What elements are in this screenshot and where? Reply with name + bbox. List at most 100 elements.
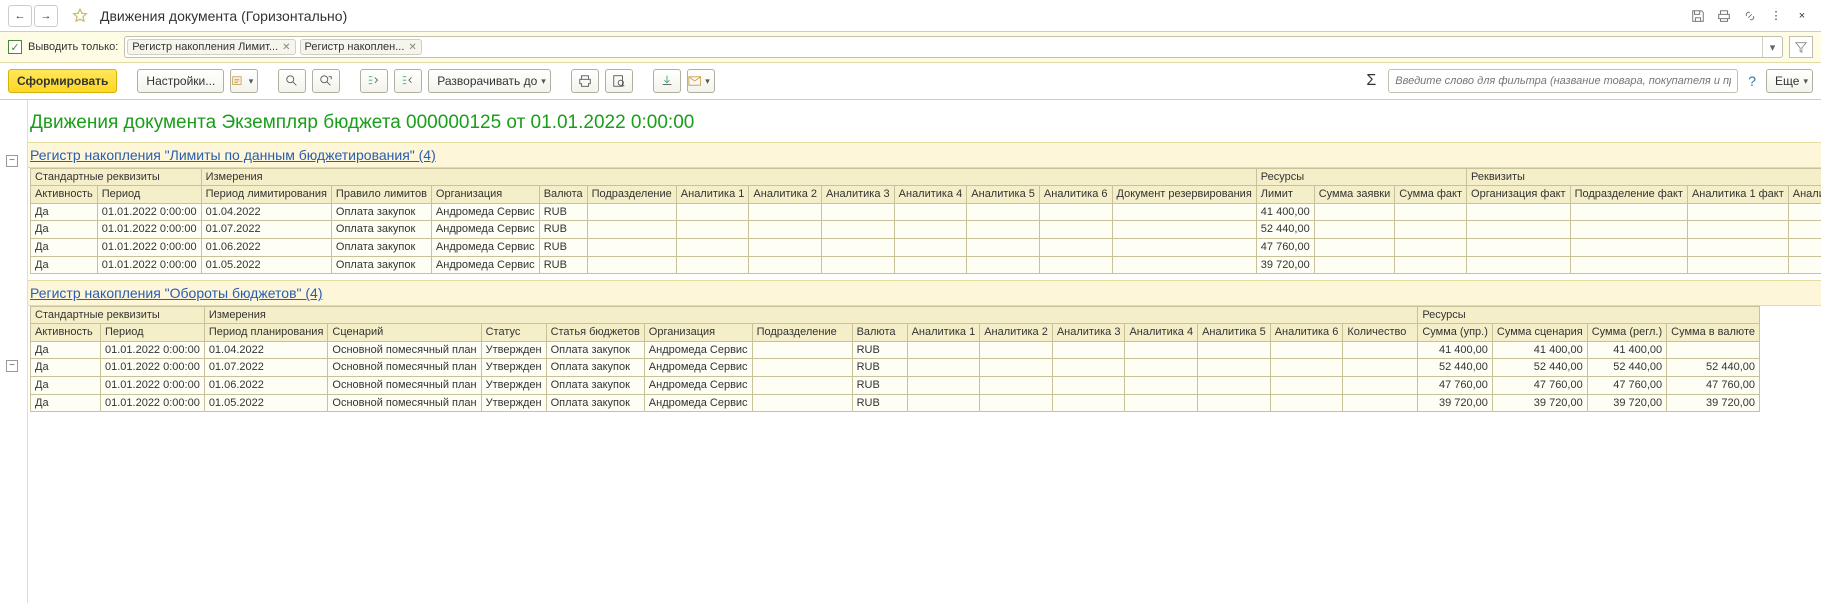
col-group: Ресурсы bbox=[1256, 169, 1466, 186]
cell bbox=[1039, 221, 1112, 239]
cell: Да bbox=[31, 256, 98, 274]
cell: Оплата закупок bbox=[331, 221, 431, 239]
toolbar: Сформировать Настройки... ▾ Разворачиват… bbox=[0, 63, 1821, 100]
send-button[interactable]: ▾ bbox=[687, 69, 715, 93]
print-icon[interactable] bbox=[1713, 5, 1735, 27]
kebab-icon[interactable]: ⋮ bbox=[1765, 5, 1787, 27]
filter-token[interactable]: Регистр накоплен... ✕ bbox=[300, 39, 422, 55]
find-next-button[interactable] bbox=[312, 69, 340, 93]
generate-button[interactable]: Сформировать bbox=[8, 69, 117, 93]
table-row[interactable]: Да01.01.2022 0:00:0001.05.2022Оплата зак… bbox=[31, 256, 1821, 274]
section-link[interactable]: Регистр накопления "Лимиты по данным бюд… bbox=[0, 142, 1821, 168]
col-header: Сумма заявки bbox=[1314, 186, 1395, 204]
cell: Основной помесячный план bbox=[328, 359, 481, 377]
table-row[interactable]: Да01.01.2022 0:00:0001.07.2022Основной п… bbox=[31, 359, 1760, 377]
cell: 01.05.2022 bbox=[204, 394, 328, 412]
cell: 41 400,00 bbox=[1256, 203, 1314, 221]
table-row[interactable]: Да01.01.2022 0:00:0001.07.2022Оплата зак… bbox=[31, 221, 1821, 239]
cell bbox=[1125, 394, 1198, 412]
col-header: Статус bbox=[481, 324, 546, 342]
close-icon[interactable]: × bbox=[1791, 5, 1813, 27]
settings-variants-button[interactable]: ▾ bbox=[230, 69, 258, 93]
output-only-checkbox[interactable]: ✓ bbox=[8, 40, 22, 54]
col-header: Аналитика 3 bbox=[822, 186, 895, 204]
cell bbox=[1125, 341, 1198, 359]
filter-funnel-button[interactable] bbox=[1789, 36, 1813, 58]
col-header: Аналитика 5 bbox=[1198, 324, 1271, 342]
outline-collapse-icon[interactable]: − bbox=[6, 155, 18, 167]
table-row[interactable]: Да01.01.2022 0:00:0001.04.2022Оплата зак… bbox=[31, 203, 1821, 221]
cell: Да bbox=[31, 221, 98, 239]
cell bbox=[980, 359, 1053, 377]
table-row[interactable]: Да01.01.2022 0:00:0001.04.2022Основной п… bbox=[31, 341, 1760, 359]
cell: RUB bbox=[539, 238, 587, 256]
token-remove-icon[interactable]: ✕ bbox=[408, 42, 416, 53]
cell bbox=[1198, 377, 1271, 395]
find-button[interactable] bbox=[278, 69, 306, 93]
col-header: Организация bbox=[431, 186, 539, 204]
col-header: Организация факт bbox=[1467, 186, 1571, 204]
cell: Утвержден bbox=[481, 341, 546, 359]
save-report-button[interactable] bbox=[653, 69, 681, 93]
cell bbox=[1343, 341, 1418, 359]
cell: Утвержден bbox=[481, 359, 546, 377]
cell bbox=[1687, 256, 1788, 274]
cell bbox=[907, 341, 980, 359]
token-remove-icon[interactable]: ✕ bbox=[282, 42, 290, 53]
token-dropdown-icon[interactable]: ▾ bbox=[1762, 37, 1782, 57]
filter-input[interactable] bbox=[1388, 69, 1738, 93]
back-button[interactable]: ← bbox=[8, 5, 32, 27]
cell: 39 720,00 bbox=[1667, 394, 1760, 412]
cell: 41 400,00 bbox=[1587, 341, 1666, 359]
col-group: Измерения bbox=[204, 307, 1418, 324]
outline-collapse-icon[interactable]: − bbox=[6, 360, 18, 372]
cell: 47 760,00 bbox=[1418, 377, 1493, 395]
col-header: Валюта bbox=[539, 186, 587, 204]
cell: 01.01.2022 0:00:00 bbox=[101, 341, 205, 359]
col-group: Стандартные реквизиты bbox=[31, 307, 205, 324]
cell: 47 760,00 bbox=[1256, 238, 1314, 256]
collapse-groups-button[interactable] bbox=[360, 69, 388, 93]
settings-button[interactable]: Настройки... bbox=[137, 69, 224, 93]
expand-to-button[interactable]: Разворачивать до ▾ bbox=[428, 69, 551, 93]
favorite-icon[interactable] bbox=[72, 8, 88, 24]
col-header: Аналитика 4 bbox=[894, 186, 967, 204]
link-icon[interactable] bbox=[1739, 5, 1761, 27]
cell: 47 760,00 bbox=[1587, 377, 1666, 395]
preview-button[interactable] bbox=[605, 69, 633, 93]
print-button[interactable] bbox=[571, 69, 599, 93]
table-row[interactable]: Да01.01.2022 0:00:0001.06.2022Оплата зак… bbox=[31, 238, 1821, 256]
col-header: Подразделение факт bbox=[1570, 186, 1687, 204]
cell bbox=[587, 256, 676, 274]
filter-token[interactable]: Регистр накопления Лимит... ✕ bbox=[127, 39, 295, 55]
cell bbox=[907, 394, 980, 412]
col-header: Аналитика 2 bbox=[749, 186, 822, 204]
cell bbox=[894, 256, 967, 274]
section-link[interactable]: Регистр накопления "Обороты бюджетов" (4… bbox=[0, 280, 1821, 306]
col-header: Статья бюджетов bbox=[546, 324, 644, 342]
cell: 52 440,00 bbox=[1492, 359, 1587, 377]
more-button[interactable]: Еще ▾ bbox=[1766, 69, 1813, 93]
expand-groups-button[interactable] bbox=[394, 69, 422, 93]
cell: Да bbox=[31, 394, 101, 412]
help-icon[interactable]: ? bbox=[1748, 73, 1756, 89]
cell: Основной помесячный план bbox=[328, 394, 481, 412]
token-bar[interactable]: Регистр накопления Лимит... ✕ Регистр на… bbox=[124, 36, 1783, 58]
table-row[interactable]: Да01.01.2022 0:00:0001.05.2022Основной п… bbox=[31, 394, 1760, 412]
report-area[interactable]: − − Движения документа Экземпляр бюджета… bbox=[0, 100, 1821, 603]
table-row[interactable]: Да01.01.2022 0:00:0001.06.2022Основной п… bbox=[31, 377, 1760, 395]
cell bbox=[1570, 238, 1687, 256]
cell: RUB bbox=[852, 377, 907, 395]
forward-button[interactable]: → bbox=[34, 5, 58, 27]
col-header: Количество bbox=[1343, 324, 1418, 342]
cell bbox=[1270, 394, 1343, 412]
cell bbox=[1343, 377, 1418, 395]
cell: 52 440,00 bbox=[1667, 359, 1760, 377]
cell bbox=[1467, 203, 1571, 221]
cell bbox=[1343, 359, 1418, 377]
col-header: Аналитика 2 bbox=[980, 324, 1053, 342]
sigma-icon[interactable]: Σ bbox=[1366, 72, 1376, 90]
col-header: Сумма (упр.) bbox=[1418, 324, 1493, 342]
cell bbox=[1314, 256, 1395, 274]
save-icon[interactable] bbox=[1687, 5, 1709, 27]
